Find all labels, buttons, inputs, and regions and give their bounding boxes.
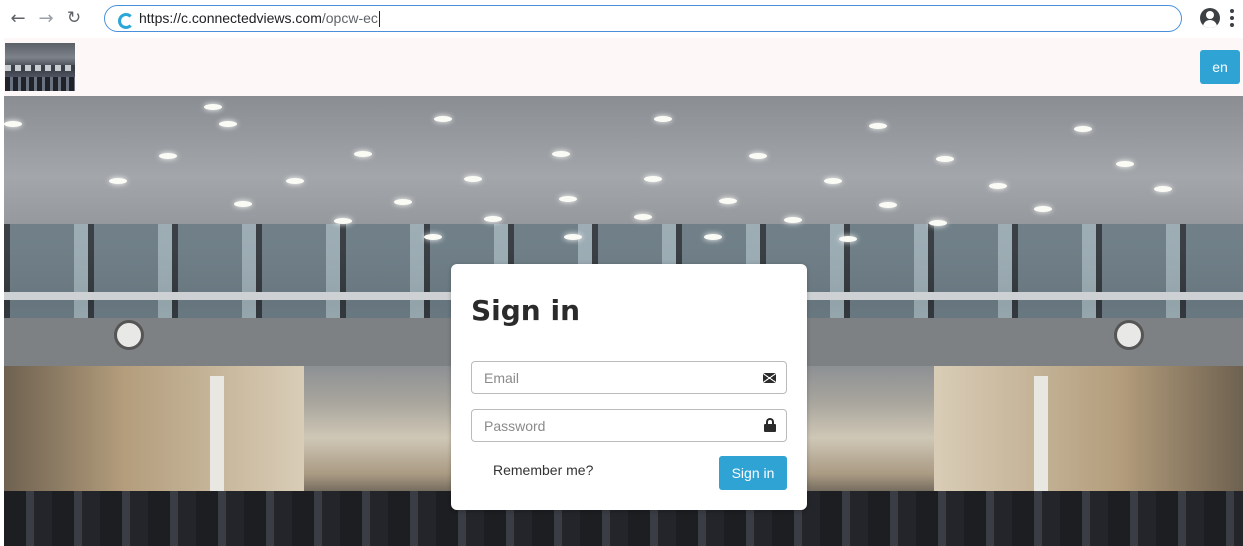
- ceiling-light: [464, 176, 482, 182]
- ceiling-light: [1034, 206, 1052, 212]
- ceiling-light: [552, 151, 570, 157]
- clock-icon: [114, 320, 144, 350]
- password-input[interactable]: [472, 410, 786, 441]
- ceiling-light: [109, 178, 127, 184]
- profile-icon[interactable]: [1200, 8, 1220, 28]
- ceiling-light: [559, 196, 577, 202]
- ceiling-light: [219, 121, 237, 127]
- password-field[interactable]: [471, 409, 787, 442]
- ceiling-light: [719, 198, 737, 204]
- back-arrow-icon[interactable]: ←: [6, 6, 30, 30]
- email-input[interactable]: [472, 362, 786, 393]
- envelope-icon: [763, 373, 776, 383]
- ceiling-light: [234, 201, 252, 207]
- ceiling-light: [394, 199, 412, 205]
- ceiling-light: [1154, 186, 1172, 192]
- ceiling-light: [354, 151, 372, 157]
- url-host: https://c.connectedviews.com: [139, 9, 322, 26]
- ceiling-light: [1116, 161, 1134, 167]
- ceiling-light: [204, 104, 222, 110]
- ceiling-light: [784, 217, 802, 223]
- address-bar[interactable]: https://c.connectedviews.com/opcw-ec: [104, 5, 1182, 32]
- text-caret: [378, 11, 380, 28]
- browser-toolbar: ← → ↻ https://c.connectedviews.com/opcw-…: [0, 0, 1243, 38]
- email-field[interactable]: [471, 361, 787, 394]
- ceiling-light: [929, 220, 947, 226]
- sign-in-button[interactable]: Sign in: [719, 456, 787, 490]
- clock-icon: [1114, 320, 1144, 350]
- site-icon: [117, 12, 134, 29]
- ceiling-light: [334, 218, 352, 224]
- site-logo[interactable]: [5, 43, 75, 91]
- sign-in-title: Sign in: [471, 294, 581, 327]
- url-path: /opcw-ec: [321, 9, 378, 26]
- page-header: en: [4, 38, 1243, 96]
- ceiling-light: [879, 202, 897, 208]
- language-button[interactable]: en: [1200, 50, 1240, 84]
- ceiling-light: [839, 236, 857, 242]
- ceiling-light: [824, 178, 842, 184]
- ceiling-light: [936, 156, 954, 162]
- ceiling-light: [484, 216, 502, 222]
- menu-icon[interactable]: [1228, 9, 1236, 27]
- lock-icon: [764, 418, 776, 432]
- remember-me-label[interactable]: Remember me?: [493, 462, 593, 478]
- ceiling-light: [704, 234, 722, 240]
- ceiling-light: [424, 234, 442, 240]
- ceiling-light: [434, 116, 452, 122]
- ceiling-light: [159, 153, 177, 159]
- ceiling-light: [644, 176, 662, 182]
- sign-in-card: Sign in Remember me? Sign in: [451, 264, 807, 510]
- ceiling-light: [286, 178, 304, 184]
- ceiling-light: [1074, 126, 1092, 132]
- ceiling-light: [869, 123, 887, 129]
- ceiling-light: [634, 214, 652, 220]
- url-text[interactable]: https://c.connectedviews.com/opcw-ec: [139, 9, 380, 28]
- ceiling-light: [4, 121, 22, 127]
- reload-icon[interactable]: ↻: [62, 6, 86, 30]
- ceiling-light: [654, 116, 672, 122]
- ceiling-light: [564, 234, 582, 240]
- forward-arrow-icon[interactable]: →: [34, 6, 58, 30]
- ceiling-light: [749, 153, 767, 159]
- ceiling-light: [989, 183, 1007, 189]
